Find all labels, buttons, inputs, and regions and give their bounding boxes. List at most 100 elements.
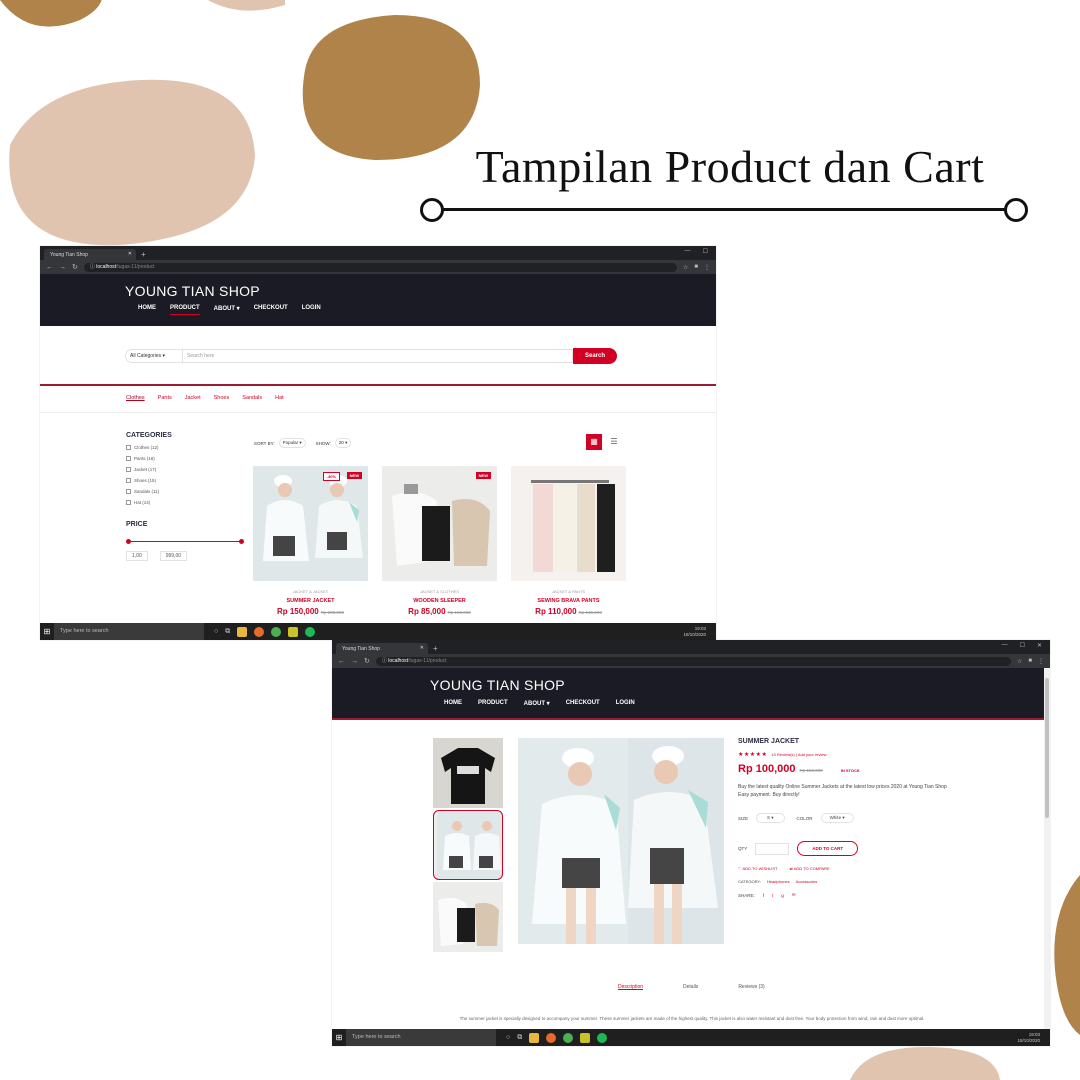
menu-checkout[interactable]: CHECKOUT: [566, 700, 600, 707]
category-filter-sandals[interactable]: Sandals (11): [126, 489, 244, 494]
search-button[interactable]: Search: [573, 348, 617, 364]
menu-login[interactable]: LOGIN: [616, 700, 635, 707]
category-link[interactable]: Headphones: [767, 879, 790, 884]
windows-start-icon[interactable]: ⊞: [332, 1033, 346, 1042]
shop-brand[interactable]: YOUNG TIAN SHOP: [125, 283, 260, 299]
price-slider[interactable]: [126, 539, 244, 544]
quantity-stepper[interactable]: [755, 842, 790, 855]
search-input[interactable]: Search here: [183, 349, 573, 363]
close-tab-icon[interactable]: ✕: [128, 251, 132, 257]
category-link[interactable]: Accessories: [796, 879, 818, 884]
shop-brand[interactable]: YOUNG TIAN SHOP: [430, 677, 565, 693]
category-filter-pants[interactable]: Pants (18): [126, 456, 244, 461]
reload-icon[interactable]: ↻: [72, 263, 78, 271]
add-to-compare-link[interactable]: ⇄ ADD TO COMPARE: [789, 866, 829, 871]
color-select[interactable]: White ▾: [820, 813, 854, 823]
windows-start-icon[interactable]: ⊞: [40, 627, 54, 636]
product-image[interactable]: NEW: [382, 466, 497, 581]
email-icon[interactable]: ✉: [792, 892, 796, 898]
twitter-icon[interactable]: t: [772, 893, 773, 898]
google-plus-icon[interactable]: g: [781, 893, 784, 898]
cortana-icon[interactable]: ○: [506, 1034, 510, 1041]
page-scrollbar[interactable]: [1044, 668, 1050, 1029]
grid-view-icon[interactable]: ▦: [586, 434, 602, 450]
size-select[interactable]: S ▾: [756, 813, 785, 823]
checkbox[interactable]: [126, 500, 131, 505]
product-image[interactable]: [511, 466, 626, 581]
subnav-sandals[interactable]: Sandals: [242, 395, 262, 401]
subnav-shoes[interactable]: Shoes: [214, 395, 230, 401]
spotify-icon[interactable]: [597, 1032, 608, 1043]
forward-icon[interactable]: →: [59, 264, 66, 271]
list-view-icon[interactable]: ☰: [606, 434, 622, 450]
maximize-icon[interactable]: ☐: [1020, 642, 1025, 649]
maximize-icon[interactable]: ☐: [703, 248, 708, 255]
forward-icon[interactable]: →: [351, 658, 358, 665]
file-explorer-icon[interactable]: [237, 626, 248, 637]
tab-details[interactable]: Details: [683, 984, 698, 990]
system-tray[interactable]: 19:03 18/10/2020: [683, 626, 706, 638]
menu-dots-icon[interactable]: ⋮: [1038, 658, 1044, 665]
reload-icon[interactable]: ↻: [364, 657, 370, 665]
app-icon[interactable]: [580, 1032, 591, 1043]
new-tab-icon[interactable]: +: [433, 643, 438, 654]
product-name[interactable]: SEWING BRAVA PANTS: [511, 598, 626, 604]
menu-home[interactable]: HOME: [138, 305, 156, 312]
cortana-icon[interactable]: ○: [214, 628, 218, 635]
back-icon[interactable]: ←: [338, 658, 345, 665]
checkbox[interactable]: [126, 478, 131, 483]
bookmark-star-icon[interactable]: ☆: [1017, 658, 1022, 665]
product-name[interactable]: SUMMER JACKET: [253, 598, 368, 604]
minimize-icon[interactable]: —: [685, 248, 691, 255]
product-card[interactable]: JACKET & PANTS SEWING BRAVA PANTS Rp 110…: [511, 466, 626, 616]
product-card[interactable]: -30% NEW JACKET & JACKET SUMMER JACKET R…: [253, 466, 368, 616]
browser-tab[interactable]: Young Tian Shop ✕: [44, 249, 136, 260]
spotify-icon[interactable]: [305, 626, 316, 637]
extension-icon[interactable]: ■: [1028, 658, 1032, 665]
review-link[interactable]: 10 Review(s) | Add your review: [771, 752, 826, 757]
chrome-icon[interactable]: [563, 1032, 574, 1043]
subnav-hat[interactable]: Hat: [275, 395, 284, 401]
add-to-cart-button[interactable]: ADD TO CART: [797, 841, 859, 856]
menu-login[interactable]: LOGIN: [302, 305, 321, 312]
checkbox[interactable]: [126, 456, 131, 461]
subnav-clothes[interactable]: Clothes: [126, 395, 145, 401]
product-name[interactable]: WOODEN SLEEPER: [382, 598, 497, 604]
category-select[interactable]: All Categories ▾: [125, 349, 183, 363]
tab-description[interactable]: Description: [618, 984, 643, 990]
facebook-icon[interactable]: f: [763, 893, 764, 898]
menu-product[interactable]: PRODUCT: [478, 700, 508, 707]
add-to-wishlist-link[interactable]: ♡ ADD TO WISHLIST: [738, 866, 777, 871]
menu-about[interactable]: ABOUT ▾: [524, 700, 550, 707]
category-filter-hat[interactable]: Hat (14): [126, 500, 244, 505]
menu-checkout[interactable]: CHECKOUT: [254, 305, 288, 312]
task-view-icon[interactable]: ⧉: [225, 628, 230, 636]
bookmark-star-icon[interactable]: ☆: [683, 264, 688, 271]
close-window-icon[interactable]: ✕: [1037, 642, 1042, 649]
system-tray[interactable]: 19:03 18/10/2020: [1017, 1032, 1040, 1044]
category-filter-shoes[interactable]: Shoes (15): [126, 478, 244, 483]
checkbox[interactable]: [126, 445, 131, 450]
product-main-image[interactable]: [518, 738, 724, 944]
category-filter-jacket[interactable]: Jacket (17): [126, 467, 244, 472]
firefox-icon[interactable]: [546, 1032, 557, 1043]
sort-select[interactable]: Popular ▾: [278, 438, 306, 448]
subnav-jacket[interactable]: Jacket: [185, 395, 201, 401]
minimize-icon[interactable]: —: [1002, 642, 1008, 649]
price-max-input[interactable]: 999,00: [159, 551, 188, 561]
price-slider-max-handle[interactable]: [239, 539, 244, 544]
menu-product[interactable]: PRODUCT: [170, 305, 200, 315]
price-min-input[interactable]: 1,00: [126, 551, 148, 561]
thumbnail-1[interactable]: [433, 738, 503, 808]
firefox-icon[interactable]: [254, 626, 265, 637]
checkbox[interactable]: [126, 467, 131, 472]
url-input[interactable]: ⓘ localhost/tugas-11/product: [83, 262, 677, 272]
menu-home[interactable]: HOME: [444, 700, 462, 707]
taskbar-search[interactable]: Type here to search: [346, 1029, 496, 1046]
product-image[interactable]: -30% NEW: [253, 466, 368, 581]
menu-about[interactable]: ABOUT ▾: [214, 305, 240, 312]
taskbar-search[interactable]: Type here to search: [54, 623, 204, 640]
new-tab-icon[interactable]: +: [141, 249, 146, 260]
price-slider-min-handle[interactable]: [126, 539, 131, 544]
app-icon[interactable]: [288, 626, 299, 637]
